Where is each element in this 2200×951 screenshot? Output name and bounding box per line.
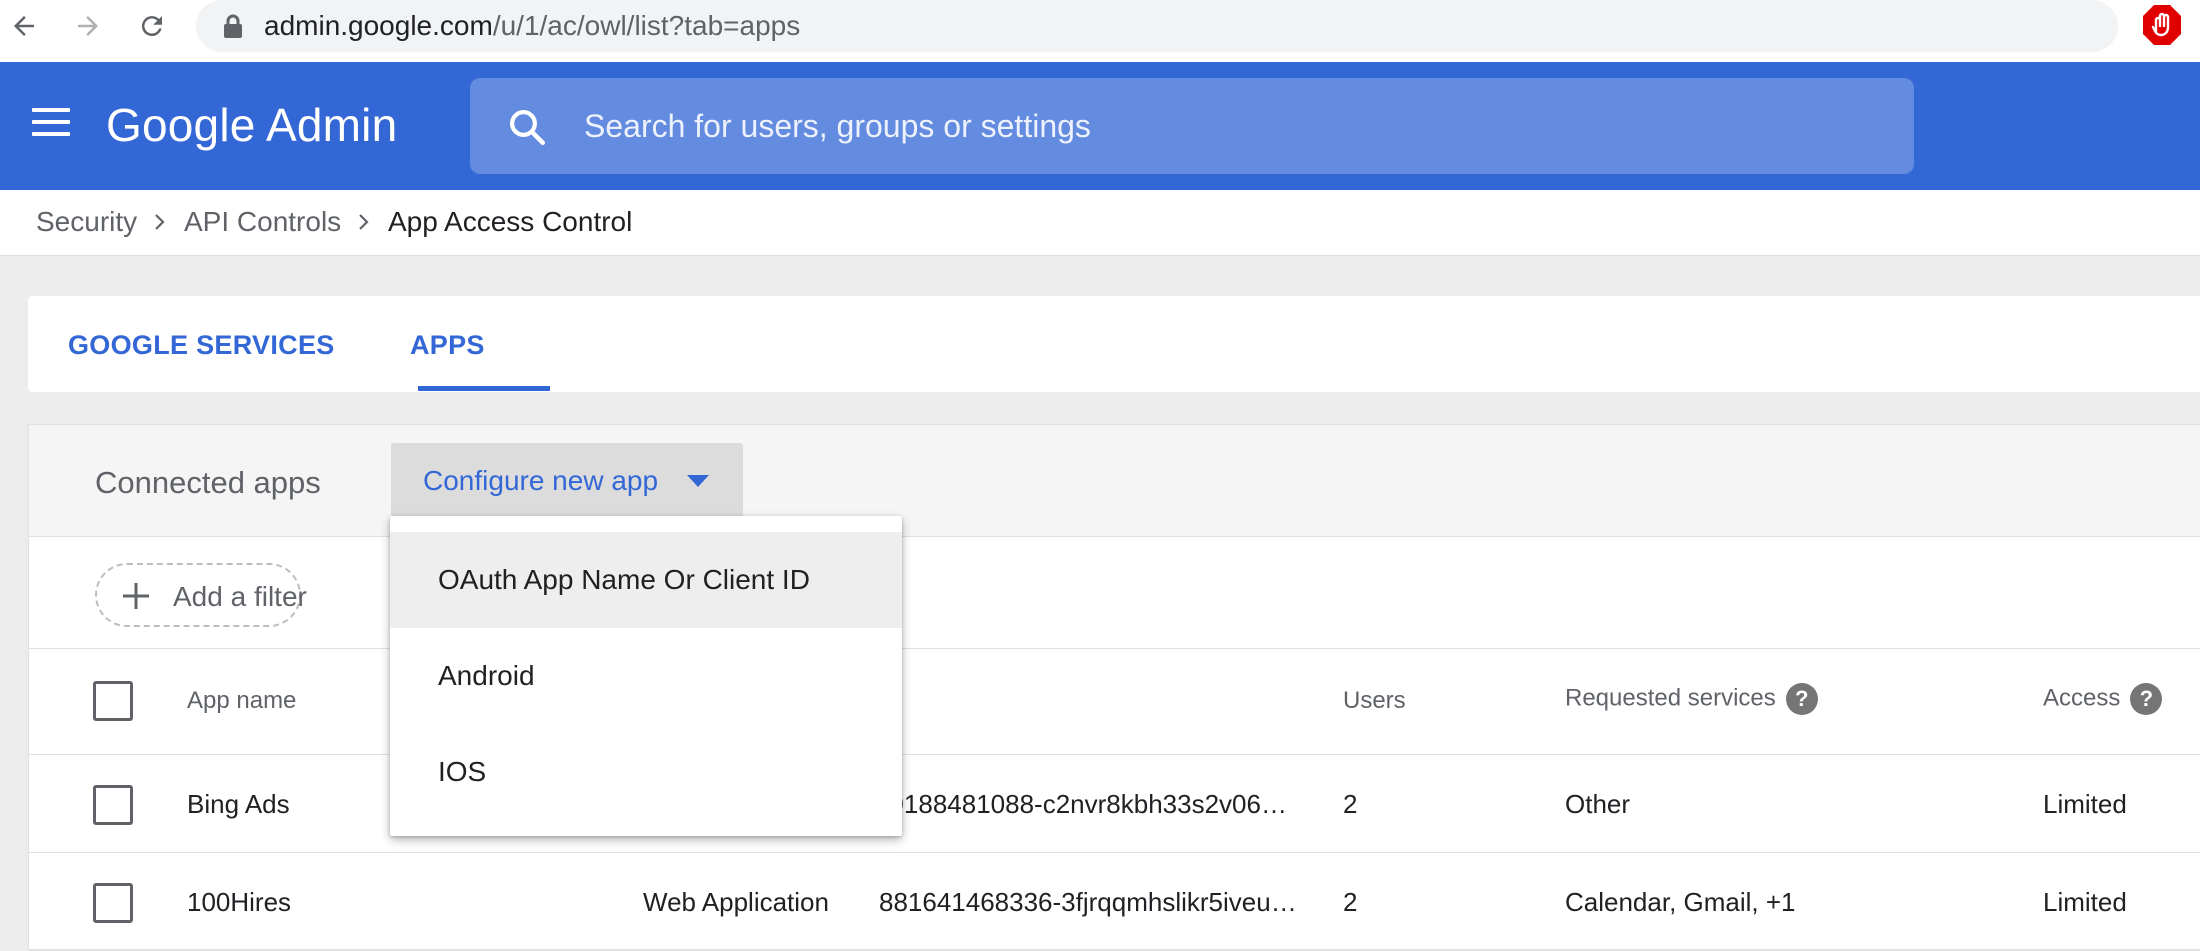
forward-arrow-icon[interactable] [68,6,108,46]
add-filter-button[interactable]: Add a filter [95,563,307,627]
url-text: admin.google.com/u/1/ac/owl/list?tab=app… [264,10,801,41]
search-icon[interactable] [506,106,548,148]
adblock-extension-icon[interactable] [2142,4,2182,46]
services-cell: Other [1565,789,1631,819]
type-cell: Web Application [643,887,829,917]
column-users[interactable]: Users [1343,687,1406,715]
column-access: Access? [2043,683,2163,715]
row-checkbox[interactable] [93,883,133,923]
reload-icon[interactable] [132,6,172,46]
column-app-name[interactable]: App name [187,687,296,715]
requested-services-label[interactable]: Requested services [1565,684,1776,711]
help-icon[interactable]: ? [2130,683,2163,715]
app-name-cell[interactable]: 100Hires [187,887,291,918]
filter-bar: Add a filter [29,537,2200,649]
configure-new-app-button[interactable]: Configure new app [391,443,743,517]
add-filter-label: Add a filter [173,581,307,612]
hamburger-menu-icon[interactable] [32,108,70,140]
table-row[interactable]: Bing Ads 39188481088-c2nvr8kbh33s2v06… 2… [29,755,2200,853]
access-cell: Limited [2043,887,2127,917]
menu-item-label: IOS [438,756,487,787]
admin-header: Google Admin Search for users, groups or… [0,62,2200,190]
search-placeholder: Search for users, groups or settings [584,108,1091,144]
menu-item-label: Android [438,660,535,691]
column-requested-services: Requested services? [1565,683,1818,715]
select-all-checkbox[interactable] [93,681,133,721]
active-tab-indicator [418,386,550,391]
breadcrumb: Security API Controls App Access Control [0,190,2200,256]
plus-icon [123,583,149,609]
client-id-cell: 881641468336-3fjrqqmhslikr5iveu… [879,887,1297,917]
connected-apps-card: Connected apps Configure new app Add a f… [28,424,2200,951]
menu-item-oauth-app[interactable]: OAuth App Name Or Client ID [390,532,902,628]
menu-item-ios[interactable]: IOS [390,724,902,820]
tab-apps[interactable]: APPS [410,330,485,361]
back-arrow-icon[interactable] [4,6,44,46]
services-cell: Calendar, Gmail, +1 [1565,887,1796,917]
access-label[interactable]: Access [2043,684,2120,711]
row-checkbox[interactable] [93,785,133,825]
configure-new-app-label: Configure new app [423,465,659,496]
app-name-cell[interactable]: Bing Ads [187,789,290,820]
tabs-bar: GOOGLE SERVICES APPS [28,296,2200,392]
card-title: Connected apps [95,465,321,500]
configure-app-dropdown-menu: OAuth App Name Or Client ID Android IOS [390,516,902,836]
address-bar[interactable]: admin.google.com/u/1/ac/owl/list?tab=app… [196,0,2118,52]
lock-icon [224,14,242,38]
chevron-right-icon [359,214,369,230]
breadcrumb-security[interactable]: Security [36,206,137,238]
access-cell: Limited [2043,789,2127,819]
breadcrumb-api-controls[interactable]: API Controls [184,206,341,238]
table-header: App name Users Requested services? Acces… [29,649,2200,755]
caret-down-icon [687,475,709,487]
google-admin-logo[interactable]: Google Admin [106,98,397,152]
users-cell: 2 [1343,789,1358,819]
breadcrumb-app-access-control: App Access Control [388,206,633,237]
table-row[interactable]: 100Hires Web Application 881641468336-3f… [29,853,2200,951]
menu-item-android[interactable]: Android [390,628,902,724]
client-id-cell: 39188481088-c2nvr8kbh33s2v06… [875,789,1287,819]
users-cell: 2 [1343,887,1358,917]
tab-google-services[interactable]: GOOGLE SERVICES [68,330,335,361]
menu-item-label: OAuth App Name Or Client ID [438,564,810,595]
search-input[interactable]: Search for users, groups or settings [470,78,1914,174]
card-header: Connected apps Configure new app [29,425,2200,537]
browser-toolbar: admin.google.com/u/1/ac/owl/list?tab=app… [0,0,2200,62]
chevron-right-icon [155,214,165,230]
help-icon[interactable]: ? [1785,683,1818,715]
